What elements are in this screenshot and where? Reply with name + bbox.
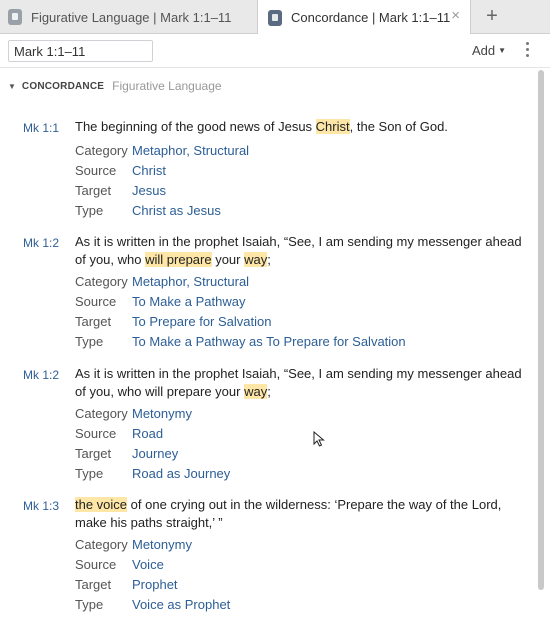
add-label: Add (472, 43, 496, 58)
tab-bar: Figurative Language | Mark 1:1–11 Concor… (0, 0, 550, 35)
category-label: Category (75, 143, 128, 158)
entry-details: Category Metonymy Source Voice Target Proph… (75, 535, 230, 615)
verse-text: As it is written in the prophet Isaiah, … (75, 365, 525, 401)
entry-details: Category Metonymy Source Road Target Journe… (75, 404, 230, 484)
reference-input[interactable] (8, 40, 153, 62)
verse-segment: , the Son of God. (349, 119, 448, 134)
category-label: Category (75, 406, 128, 421)
highlighted-term[interactable]: will prepare (145, 252, 212, 267)
tab-concordance[interactable]: Concordance | Mark 1:1–11 × (257, 0, 471, 35)
source-value-link[interactable]: Christ (132, 161, 166, 181)
source-value-link[interactable]: Road (132, 424, 163, 444)
verse-segment: ; (267, 384, 271, 399)
verse-segment: As it is written in the prophet Isaiah, … (75, 366, 522, 399)
source-label: Source (75, 294, 117, 309)
type-label: Type (75, 597, 104, 612)
category-value-link[interactable]: Metaphor, Structural (132, 272, 249, 292)
type-value-link[interactable]: To Make a Pathway as To Prepare for Salv… (132, 332, 406, 352)
section-subtitle: Figurative Language (112, 79, 222, 93)
target-label: Target (75, 577, 112, 592)
category-value-link[interactable]: Metonymy (132, 535, 192, 555)
type-value-link[interactable]: Road as Journey (132, 464, 230, 484)
type-label: Type (75, 334, 104, 349)
source-label: Source (75, 426, 117, 441)
type-value-link[interactable]: Voice as Prophet (132, 595, 230, 615)
highlighted-term[interactable]: way (244, 384, 268, 399)
verse-text: The beginning of the good news of Jesus … (75, 118, 525, 136)
verse-segment: your (211, 252, 245, 267)
category-value-link[interactable]: Metonymy (132, 404, 192, 424)
verse-reference-link[interactable]: Mk 1:2 (23, 368, 59, 382)
more-options-icon[interactable] (523, 42, 531, 60)
document-icon (268, 9, 282, 26)
type-value-link[interactable]: Christ as Jesus (132, 201, 221, 221)
verse-reference-link[interactable]: Mk 1:3 (23, 499, 59, 513)
source-label: Source (75, 163, 117, 178)
collapse-triangle-icon[interactable]: ▼ (8, 82, 16, 91)
highlighted-term[interactable]: way (244, 252, 268, 267)
verse-segment: ; (267, 252, 271, 267)
section-header[interactable]: ▼ CONCORDANCE Figurative Language (8, 79, 222, 93)
highlighted-term[interactable]: Christ (315, 119, 350, 134)
section-title: CONCORDANCE (21, 80, 105, 92)
mouse-pointer-icon (313, 431, 325, 447)
source-value-link[interactable]: To Make a Pathway (132, 292, 245, 312)
target-label: Target (75, 314, 112, 329)
verse-text: As it is written in the prophet Isaiah, … (75, 233, 525, 269)
target-label: Target (75, 183, 112, 198)
tab-figurative-language[interactable]: Figurative Language | Mark 1:1–11 (8, 0, 256, 34)
target-value-link[interactable]: Journey (132, 444, 178, 464)
entry-details: Category Metaphor, Structural Source To Ma… (75, 272, 406, 352)
vertical-scrollbar[interactable] (538, 70, 544, 590)
document-icon (8, 9, 22, 25)
add-tab-button[interactable]: + (480, 4, 504, 28)
source-value-link[interactable]: Voice (132, 555, 164, 575)
verse-segment: The beginning of the good news of Jesus (75, 119, 316, 134)
verse-segment: As it is written in the prophet Isaiah, … (75, 234, 522, 267)
category-label: Category (75, 274, 128, 289)
category-label: Category (75, 537, 128, 552)
toolbar: Add▼ (0, 34, 550, 68)
target-value-link[interactable]: Jesus (132, 181, 166, 201)
tab-label: Concordance | Mark 1:1–11 (291, 10, 451, 25)
verse-segment: of one crying out in the wilderness: ‘Pr… (75, 497, 502, 530)
verse-text: the voice of one crying out in the wilde… (75, 496, 525, 532)
verse-reference-link[interactable]: Mk 1:2 (23, 236, 59, 250)
close-icon[interactable]: × (451, 8, 460, 24)
verse-reference-link[interactable]: Mk 1:1 (23, 121, 59, 135)
highlighted-term[interactable]: the voice (75, 497, 128, 512)
entry-details: Category Metaphor, Structural Source Chris… (75, 141, 249, 221)
tab-label: Figurative Language | Mark 1:1–11 (31, 9, 232, 25)
type-label: Type (75, 466, 104, 481)
target-value-link[interactable]: To Prepare for Salvation (132, 312, 271, 332)
chevron-down-icon: ▼ (498, 46, 507, 55)
target-label: Target (75, 446, 112, 461)
type-label: Type (75, 203, 104, 218)
category-value-link[interactable]: Metaphor, Structural (132, 141, 249, 161)
source-label: Source (75, 557, 117, 572)
target-value-link[interactable]: Prophet (132, 575, 178, 595)
add-button[interactable]: Add ▼ (472, 43, 506, 58)
